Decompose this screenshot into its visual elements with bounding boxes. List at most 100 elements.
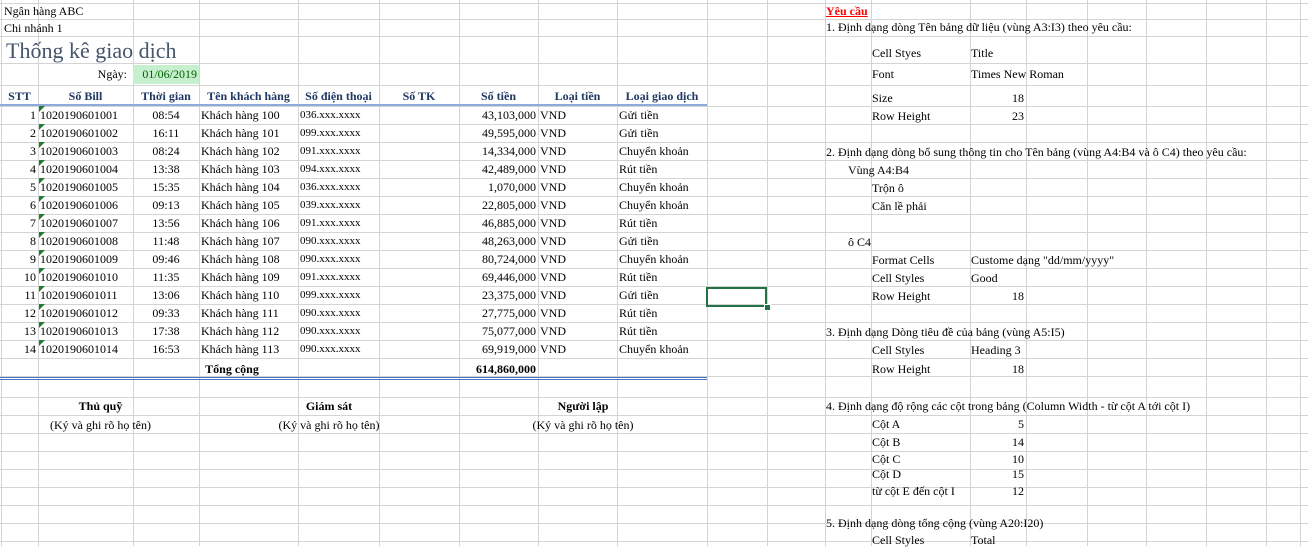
cell-stt[interactable]: 3 bbox=[1, 144, 36, 159]
req1-label-3[interactable]: Row Height bbox=[872, 109, 930, 124]
cell-type[interactable]: Rút tiền bbox=[619, 216, 705, 231]
cell-bill[interactable]: 1020190601013 bbox=[40, 324, 131, 339]
req2-label-0[interactable]: Format Cells bbox=[872, 253, 934, 268]
header-stt[interactable]: STT bbox=[1, 89, 38, 104]
cell-amount[interactable]: 69,919,000 bbox=[461, 342, 536, 357]
cell-currency[interactable]: VND bbox=[540, 342, 615, 357]
cell-phone[interactable]: 090.xxx.xxxx bbox=[300, 252, 377, 267]
cell-type[interactable]: Chuyển khoản bbox=[619, 252, 705, 267]
cell-bill[interactable]: 1020190601014 bbox=[40, 342, 131, 357]
cell-amount[interactable]: 49,595,000 bbox=[461, 126, 536, 141]
cell-amount[interactable]: 14,334,000 bbox=[461, 144, 536, 159]
req1-value-3[interactable]: 23 bbox=[971, 109, 1024, 124]
sign-cashier-title[interactable]: Thủ quỹ bbox=[2, 399, 199, 414]
branch-name[interactable]: Chi nhánh 1 bbox=[4, 21, 63, 36]
cell-amount[interactable]: 69,446,000 bbox=[461, 270, 536, 285]
cell-customer[interactable]: Khách hàng 107 bbox=[201, 234, 296, 249]
cell-stt[interactable]: 2 bbox=[1, 126, 36, 141]
cell-time[interactable]: 13:06 bbox=[135, 288, 197, 303]
cell-bill[interactable]: 1020190601009 bbox=[40, 252, 131, 267]
cell-time[interactable]: 08:24 bbox=[135, 144, 197, 159]
cell-currency[interactable]: VND bbox=[540, 288, 615, 303]
cell-customer[interactable]: Khách hàng 104 bbox=[201, 180, 296, 195]
cell-bill[interactable]: 1020190601012 bbox=[40, 306, 131, 321]
req2-range1-item-0[interactable]: Trộn ô bbox=[872, 181, 904, 196]
cell-stt[interactable]: 1 bbox=[1, 108, 36, 123]
cell-phone[interactable]: 036.xxx.xxxx bbox=[300, 108, 377, 123]
cell-time[interactable]: 17:38 bbox=[135, 324, 197, 339]
req2-title[interactable]: 2. Định dạng dòng bổ sung thông tin cho … bbox=[826, 145, 1247, 160]
cell-stt[interactable]: 11 bbox=[1, 288, 36, 303]
cell-amount[interactable]: 80,724,000 bbox=[461, 252, 536, 267]
cell-time[interactable]: 09:33 bbox=[135, 306, 197, 321]
cell-bill[interactable]: 1020190601008 bbox=[40, 234, 131, 249]
cell-phone[interactable]: 091.xxx.xxxx bbox=[300, 270, 377, 285]
cell-currency[interactable]: VND bbox=[540, 144, 615, 159]
cell-time[interactable]: 13:38 bbox=[135, 162, 197, 177]
req2-value-2[interactable]: 18 bbox=[971, 289, 1024, 304]
cell-time[interactable]: 11:35 bbox=[135, 270, 197, 285]
cell-type[interactable]: Gửi tiền bbox=[619, 288, 705, 303]
cell-bill[interactable]: 1020190601001 bbox=[40, 108, 131, 123]
cell-currency[interactable]: VND bbox=[540, 252, 615, 267]
cell-type[interactable]: Chuyển khoản bbox=[619, 144, 705, 159]
req4-label-1[interactable]: Cột B bbox=[872, 435, 900, 450]
cell-customer[interactable]: Khách hàng 100 bbox=[201, 108, 296, 123]
cell-currency[interactable]: VND bbox=[540, 108, 615, 123]
cell-amount[interactable]: 43,103,000 bbox=[461, 108, 536, 123]
spreadsheet-grid[interactable]: Ngân hàng ABC Chi nhánh 1 Thống kê giao … bbox=[0, 0, 1308, 547]
cell-phone[interactable]: 090.xxx.xxxx bbox=[300, 342, 377, 357]
req4-label-2[interactable]: Cột C bbox=[872, 452, 900, 467]
cell-amount[interactable]: 22,805,000 bbox=[461, 198, 536, 213]
cell-bill[interactable]: 1020190601002 bbox=[40, 126, 131, 141]
sign-cashier-note[interactable]: (Ký và ghi rõ họ tên) bbox=[2, 418, 199, 433]
cell-phone[interactable]: 094.xxx.xxxx bbox=[300, 162, 377, 177]
cell-amount[interactable]: 42,489,000 bbox=[461, 162, 536, 177]
req4-value-2[interactable]: 10 bbox=[971, 452, 1024, 467]
req4-label-0[interactable]: Cột A bbox=[872, 417, 900, 432]
total-value[interactable]: 614,860,000 bbox=[459, 362, 536, 377]
sign-supervisor-title[interactable]: Giám sát bbox=[200, 399, 458, 414]
cell-type[interactable]: Chuyển khoản bbox=[619, 342, 705, 357]
cell-phone[interactable]: 036.xxx.xxxx bbox=[300, 180, 377, 195]
req1-value-0[interactable]: Title bbox=[971, 46, 993, 61]
cell-customer[interactable]: Khách hàng 112 bbox=[201, 324, 296, 339]
req4-title[interactable]: 4. Định dạng độ rộng các cột trong bảng … bbox=[826, 399, 1190, 414]
req2-label-1[interactable]: Cell Styles bbox=[872, 271, 924, 286]
cell-type[interactable]: Rút tiền bbox=[619, 162, 705, 177]
cell-type[interactable]: Rút tiền bbox=[619, 324, 705, 339]
req2-range1-item-1[interactable]: Căn lề phải bbox=[872, 199, 927, 214]
cell-time[interactable]: 16:53 bbox=[135, 342, 197, 357]
header-account[interactable]: Số TK bbox=[379, 89, 459, 104]
req4-value-4[interactable]: 12 bbox=[971, 484, 1024, 499]
date-value-cell[interactable]: 01/06/2019 bbox=[133, 65, 199, 84]
cell-phone[interactable]: 099.xxx.xxxx bbox=[300, 288, 377, 303]
cell-amount[interactable]: 75,077,000 bbox=[461, 324, 536, 339]
cell-stt[interactable]: 8 bbox=[1, 234, 36, 249]
cell-currency[interactable]: VND bbox=[540, 198, 615, 213]
req4-value-0[interactable]: 5 bbox=[971, 417, 1024, 432]
header-bill[interactable]: Số Bill bbox=[38, 89, 133, 104]
cell-amount[interactable]: 48,263,000 bbox=[461, 234, 536, 249]
cell-bill[interactable]: 1020190601005 bbox=[40, 180, 131, 195]
req3-value-0[interactable]: Heading 3 bbox=[971, 343, 1021, 358]
header-phone[interactable]: Số điện thoại bbox=[298, 89, 379, 104]
cell-stt[interactable]: 4 bbox=[1, 162, 36, 177]
cell-type[interactable]: Rút tiền bbox=[619, 306, 705, 321]
req3-label-1[interactable]: Row Height bbox=[872, 362, 930, 377]
req3-label-0[interactable]: Cell Styles bbox=[872, 343, 924, 358]
cell-bill[interactable]: 1020190601004 bbox=[40, 162, 131, 177]
cell-bill[interactable]: 1020190601010 bbox=[40, 270, 131, 285]
req4-value-1[interactable]: 14 bbox=[971, 435, 1024, 450]
fill-handle[interactable] bbox=[764, 304, 771, 311]
bank-name[interactable]: Ngân hàng ABC bbox=[4, 4, 83, 19]
cell-currency[interactable]: VND bbox=[540, 306, 615, 321]
cell-amount[interactable]: 46,885,000 bbox=[461, 216, 536, 231]
sign-creator-title[interactable]: Người lập bbox=[459, 399, 707, 414]
req1-label-1[interactable]: Font bbox=[872, 67, 894, 82]
cell-currency[interactable]: VND bbox=[540, 234, 615, 249]
cell-bill[interactable]: 1020190601007 bbox=[40, 216, 131, 231]
cell-currency[interactable]: VND bbox=[540, 126, 615, 141]
cell-phone[interactable]: 099.xxx.xxxx bbox=[300, 126, 377, 141]
cell-currency[interactable]: VND bbox=[540, 162, 615, 177]
